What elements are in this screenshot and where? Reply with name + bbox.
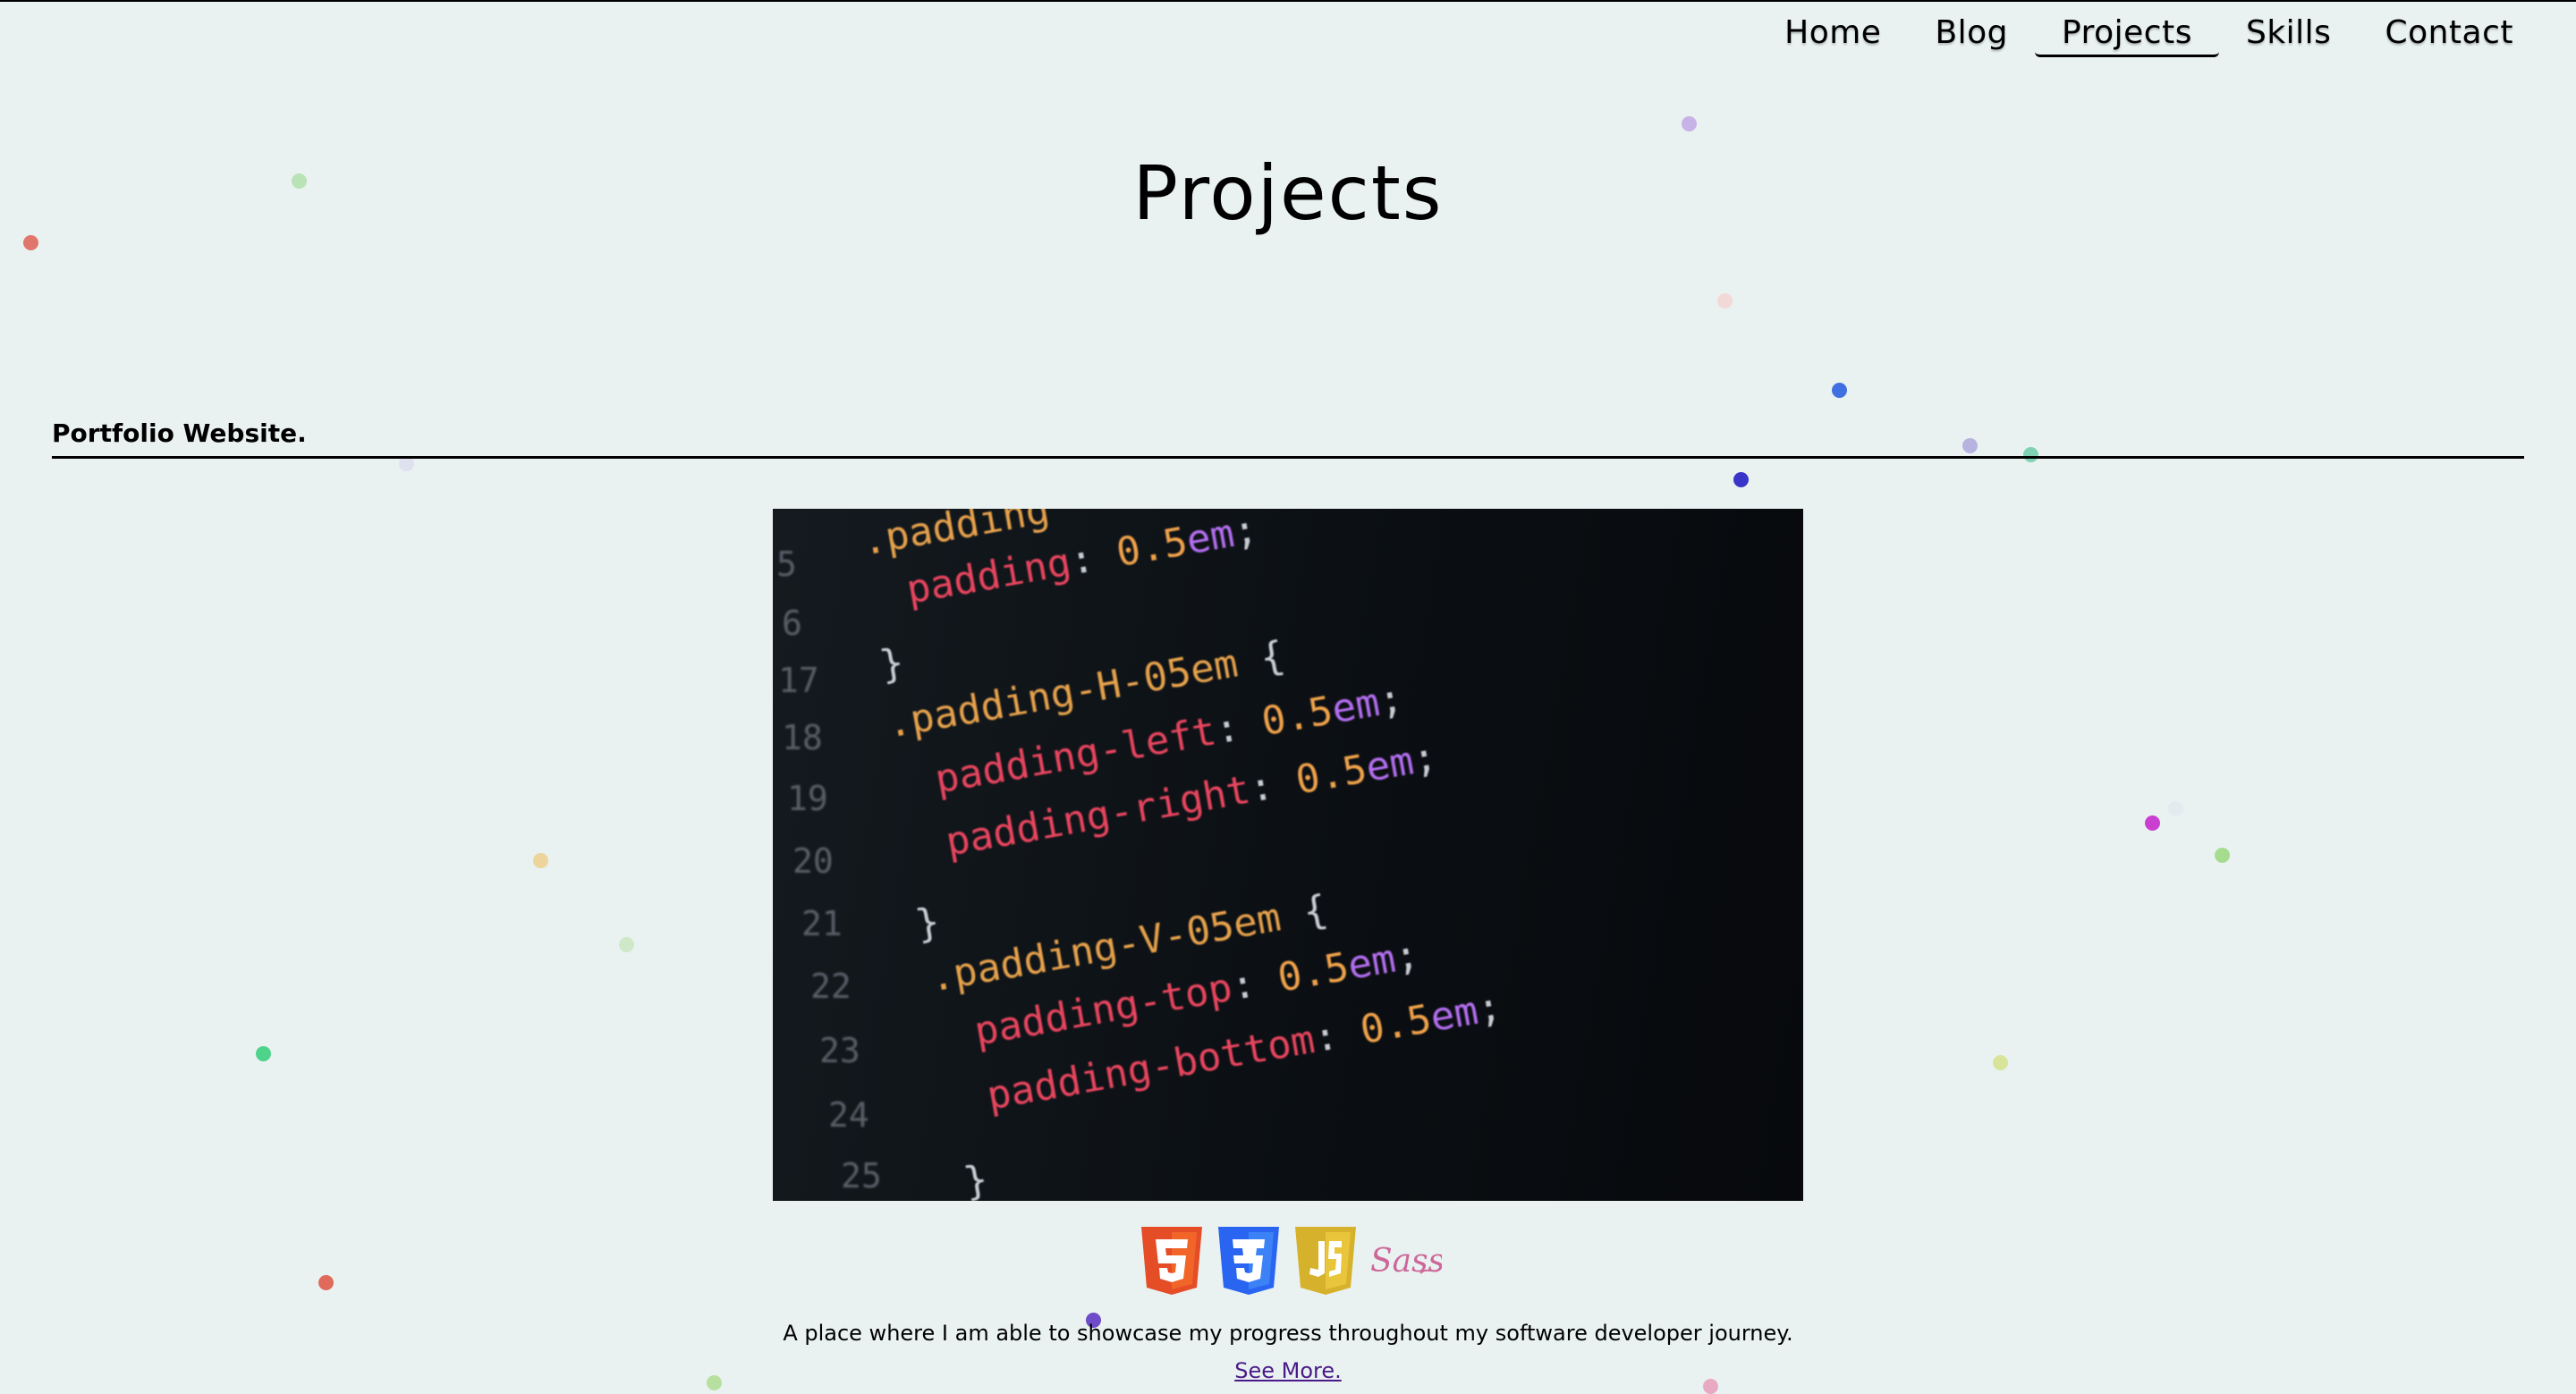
css3-icon (1218, 1227, 1279, 1295)
particle (1733, 472, 1749, 487)
line-number: 5 (776, 545, 797, 584)
particle (23, 235, 38, 250)
nav-blog[interactable]: Blog (1908, 2, 2035, 57)
particle (2168, 801, 2183, 816)
line-number: 19 (787, 779, 828, 818)
nav-contact[interactable]: Contact (2358, 2, 2540, 57)
line-number: 24 (828, 1095, 869, 1135)
particle (1962, 438, 1978, 453)
nav-projects[interactable]: Projects (2035, 2, 2219, 57)
particle (2215, 848, 2230, 863)
line-number: 18 (782, 718, 823, 757)
project-divider (52, 456, 2524, 459)
nav-skills[interactable]: Skills (2219, 2, 2358, 57)
see-more-container: See More. (0, 1358, 2576, 1383)
see-more-link[interactable]: See More. (1234, 1358, 1342, 1383)
particle (619, 937, 634, 952)
particle (1717, 293, 1733, 308)
particle (2145, 815, 2160, 831)
code-line: } (911, 898, 944, 948)
line-number: 6 (782, 604, 802, 643)
line-number: 17 (778, 661, 819, 700)
particle (533, 853, 548, 868)
line-number: 25 (841, 1156, 882, 1195)
svg-text:Sass: Sass (1370, 1243, 1442, 1280)
particle (318, 1275, 334, 1290)
line-number: 22 (810, 967, 852, 1006)
html5-icon (1141, 1227, 1202, 1295)
line-number: 20 (792, 841, 834, 881)
tech-stack: Sass (1138, 1225, 1442, 1297)
line-number-gutter: 5 6 17 18 19 20 21 22 23 24 25 (773, 509, 882, 1201)
code-line: } (876, 638, 908, 689)
javascript-icon (1295, 1227, 1356, 1295)
main-nav: Home Blog Projects Skills Contact (1758, 2, 2540, 73)
sass-icon: Sass (1370, 1243, 1442, 1280)
code-line: } (960, 1155, 992, 1201)
project-title: Portfolio Website. (52, 418, 307, 448)
line-number: 23 (819, 1031, 860, 1070)
particle (1993, 1055, 2008, 1070)
particle (1682, 116, 1697, 131)
project-image: 5 6 17 18 19 20 21 22 23 24 25 .padding … (773, 509, 1803, 1201)
particle (1832, 383, 1847, 398)
page-title: Projects (1132, 149, 1444, 237)
particle (256, 1046, 271, 1061)
line-number: 21 (801, 904, 843, 943)
nav-home[interactable]: Home (1758, 2, 1908, 57)
project-description: A place where I am able to showcase my p… (783, 1321, 1793, 1346)
particle (2023, 447, 2038, 462)
